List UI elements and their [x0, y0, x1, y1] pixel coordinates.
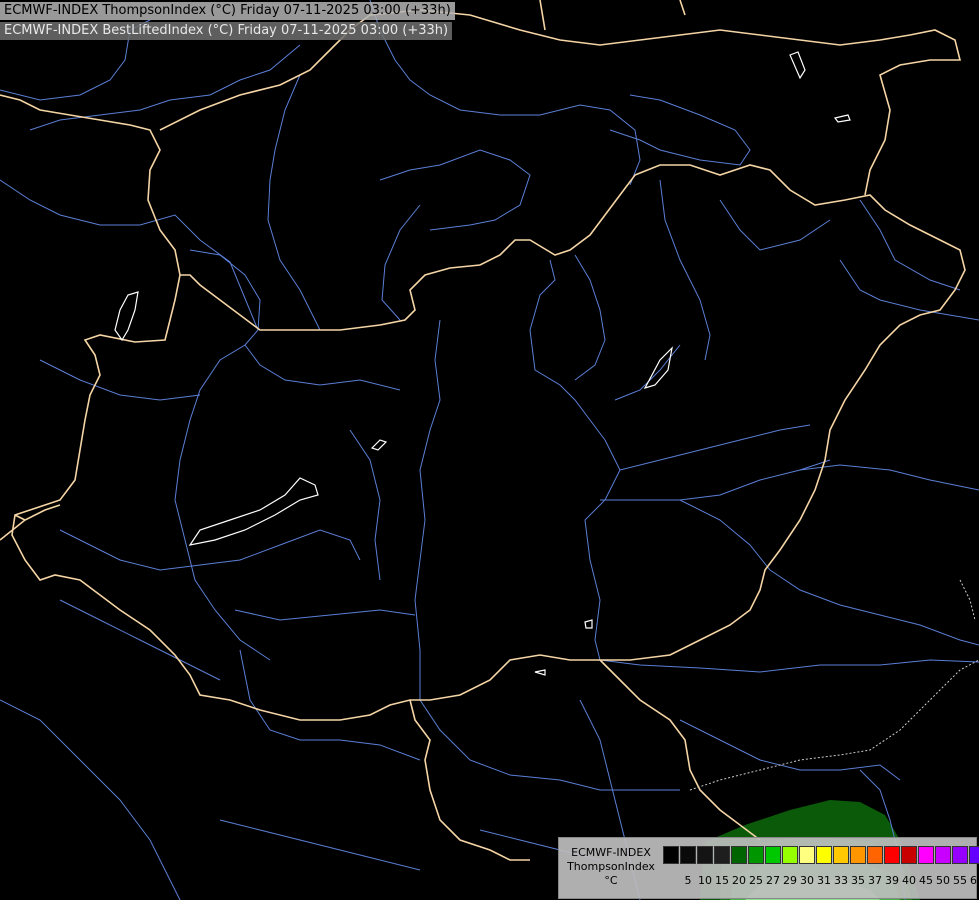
legend-tick: 35 [851, 874, 865, 887]
legend-tick: 20 [732, 874, 746, 887]
legend-tick: 25 [749, 874, 763, 887]
legend-tick: 37 [868, 874, 882, 887]
weather-map [0, 0, 979, 900]
legend-title: ECMWF-INDEX ThompsonIndex °C [561, 846, 661, 888]
legend-swatch [663, 846, 679, 864]
legend-tick: 45 [919, 874, 933, 887]
legend-title-line: °C [604, 874, 618, 887]
legend-swatch [901, 846, 917, 864]
legend-swatch [918, 846, 934, 864]
legend-swatch [935, 846, 951, 864]
legend-swatch [799, 846, 815, 864]
legend-tick: 33 [834, 874, 848, 887]
legend-swatch [765, 846, 781, 864]
legend-tick: 29 [783, 874, 797, 887]
legend-swatch [833, 846, 849, 864]
legend-tick: 40 [902, 874, 916, 887]
legend-tick: 27 [766, 874, 780, 887]
legend-tick: 60 [970, 874, 979, 887]
legend-swatch [969, 846, 979, 864]
legend-title-line: ThompsonIndex [567, 860, 655, 873]
legend-tick: 39 [885, 874, 899, 887]
legend-tick: 55 [953, 874, 967, 887]
legend-swatch [714, 846, 730, 864]
legend-tick: 31 [817, 874, 831, 887]
color-legend: ECMWF-INDEX ThompsonIndex °C 5 10 15 20 25 27… [558, 837, 979, 899]
legend-swatch [748, 846, 764, 864]
legend-swatch [952, 846, 968, 864]
legend-swatch [782, 846, 798, 864]
legend-swatch [680, 846, 696, 864]
legend-swatch [850, 846, 866, 864]
legend-swatch [884, 846, 900, 864]
map-title-primary: ECMWF-INDEX ThompsonIndex (°C) Friday 07… [0, 2, 455, 20]
legend-swatch [697, 846, 713, 864]
legend-tick: 10 [698, 874, 712, 887]
legend-swatch [816, 846, 832, 864]
legend-tick-labels: 5 1015202527293031333537394045505560 [663, 874, 979, 888]
legend-tick: 5 [684, 874, 692, 887]
map-title-secondary: ECMWF-INDEX BestLiftedIndex (°C) Friday … [0, 22, 453, 40]
legend-swatch [867, 846, 883, 864]
legend-tick: 15 [715, 874, 729, 887]
legend-color-scale [663, 846, 979, 864]
legend-title-line: ECMWF-INDEX [571, 846, 651, 859]
legend-tick: 50 [936, 874, 950, 887]
legend-tick: 30 [800, 874, 814, 887]
legend-swatch [731, 846, 747, 864]
